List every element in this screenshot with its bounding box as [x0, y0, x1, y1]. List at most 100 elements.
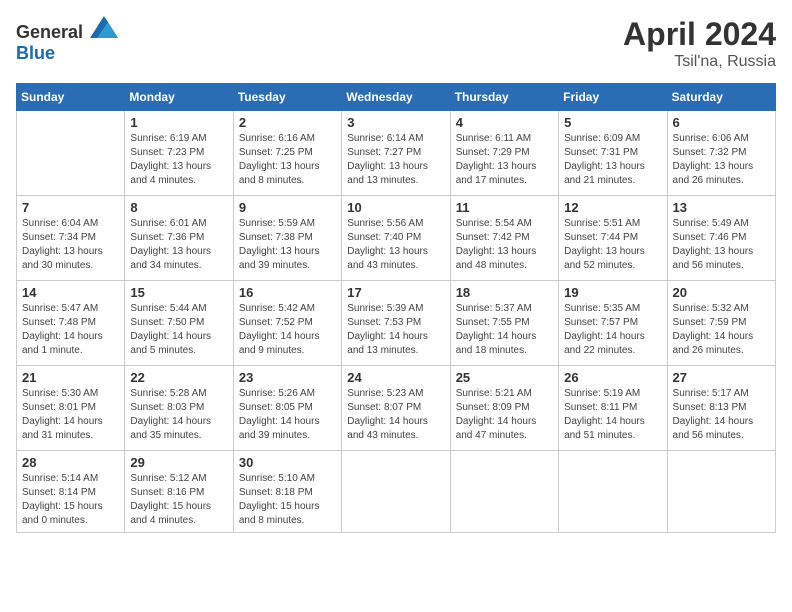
day-info: Sunrise: 5:56 AM Sunset: 7:40 PM Dayligh… — [347, 217, 444, 273]
page-header: General Blue April 2024 Tsil'na, Russia — [16, 16, 776, 71]
day-info: Sunrise: 5:47 AM Sunset: 7:48 PM Dayligh… — [22, 302, 119, 358]
day-number: 19 — [564, 285, 661, 300]
day-number: 4 — [456, 115, 553, 130]
day-info: Sunrise: 5:10 AM Sunset: 8:18 PM Dayligh… — [239, 472, 336, 528]
day-info: Sunrise: 5:59 AM Sunset: 7:38 PM Dayligh… — [239, 217, 336, 273]
day-info: Sunrise: 5:51 AM Sunset: 7:44 PM Dayligh… — [564, 217, 661, 273]
day-number: 3 — [347, 115, 444, 130]
calendar-cell: 13 Sunrise: 5:49 AM Sunset: 7:46 PM Dayli… — [667, 196, 775, 281]
day-info: Sunrise: 6:19 AM Sunset: 7:23 PM Dayligh… — [130, 132, 227, 188]
day-number: 30 — [239, 455, 336, 470]
calendar-cell: 20 Sunrise: 5:32 AM Sunset: 7:59 PM Dayli… — [667, 281, 775, 366]
calendar-cell: 4 Sunrise: 6:11 AM Sunset: 7:29 PM Daylig… — [450, 111, 558, 196]
calendar-cell — [450, 451, 558, 533]
calendar-table: SundayMondayTuesdayWednesdayThursdayFrid… — [16, 83, 776, 533]
day-info: Sunrise: 5:37 AM Sunset: 7:55 PM Dayligh… — [456, 302, 553, 358]
day-info: Sunrise: 5:44 AM Sunset: 7:50 PM Dayligh… — [130, 302, 227, 358]
day-info: Sunrise: 5:32 AM Sunset: 7:59 PM Dayligh… — [673, 302, 770, 358]
day-number: 27 — [673, 370, 770, 385]
calendar-cell: 24 Sunrise: 5:23 AM Sunset: 8:07 PM Dayli… — [342, 366, 450, 451]
calendar-cell: 19 Sunrise: 5:35 AM Sunset: 7:57 PM Dayli… — [559, 281, 667, 366]
day-number: 18 — [456, 285, 553, 300]
calendar-cell: 25 Sunrise: 5:21 AM Sunset: 8:09 PM Dayli… — [450, 366, 558, 451]
calendar-cell — [559, 451, 667, 533]
calendar-cell: 17 Sunrise: 5:39 AM Sunset: 7:53 PM Dayli… — [342, 281, 450, 366]
week-row-4: 21Sunrise: 5:30 AM Sunset: 8:01 PM Dayli… — [17, 366, 776, 451]
calendar-cell: 15 Sunrise: 5:44 AM Sunset: 7:50 PM Dayli… — [125, 281, 233, 366]
calendar-cell: 1Sunrise: 6:19 AM Sunset: 7:23 PM Daylig… — [125, 111, 233, 196]
calendar-cell: 30 Sunrise: 5:10 AM Sunset: 8:18 PM Dayli… — [233, 451, 341, 533]
title-block: April 2024 Tsil'na, Russia — [623, 16, 776, 71]
month-title: April 2024 — [623, 16, 776, 53]
day-info: Sunrise: 5:21 AM Sunset: 8:09 PM Dayligh… — [456, 387, 553, 443]
calendar-cell: 18 Sunrise: 5:37 AM Sunset: 7:55 PM Dayli… — [450, 281, 558, 366]
day-number: 20 — [673, 285, 770, 300]
day-info: Sunrise: 6:14 AM Sunset: 7:27 PM Dayligh… — [347, 132, 444, 188]
week-row-2: 7Sunrise: 6:04 AM Sunset: 7:34 PM Daylig… — [17, 196, 776, 281]
day-info: Sunrise: 5:49 AM Sunset: 7:46 PM Dayligh… — [673, 217, 770, 273]
calendar-cell: 23 Sunrise: 5:26 AM Sunset: 8:05 PM Dayli… — [233, 366, 341, 451]
day-number: 22 — [130, 370, 227, 385]
calendar-cell: 26Sunrise: 5:19 AM Sunset: 8:11 PM Dayli… — [559, 366, 667, 451]
calendar-cell — [17, 111, 125, 196]
day-info: Sunrise: 5:17 AM Sunset: 8:13 PM Dayligh… — [673, 387, 770, 443]
calendar-cell: 5 Sunrise: 6:09 AM Sunset: 7:31 PM Daylig… — [559, 111, 667, 196]
day-number: 7 — [22, 200, 119, 215]
day-number: 11 — [456, 200, 553, 215]
day-number: 23 — [239, 370, 336, 385]
day-number: 6 — [673, 115, 770, 130]
day-info: Sunrise: 5:30 AM Sunset: 8:01 PM Dayligh… — [22, 387, 119, 443]
calendar-cell: 2 Sunrise: 6:16 AM Sunset: 7:25 PM Daylig… — [233, 111, 341, 196]
day-number: 5 — [564, 115, 661, 130]
calendar-cell: 7Sunrise: 6:04 AM Sunset: 7:34 PM Daylig… — [17, 196, 125, 281]
day-number: 14 — [22, 285, 119, 300]
calendar-cell: 10Sunrise: 5:56 AM Sunset: 7:40 PM Dayli… — [342, 196, 450, 281]
day-number: 15 — [130, 285, 227, 300]
day-number: 29 — [130, 455, 227, 470]
day-info: Sunrise: 5:28 AM Sunset: 8:03 PM Dayligh… — [130, 387, 227, 443]
day-number: 2 — [239, 115, 336, 130]
logo-general: General — [16, 22, 83, 42]
week-row-5: 28 Sunrise: 5:14 AM Sunset: 8:14 PM Dayli… — [17, 451, 776, 533]
calendar-cell: 27 Sunrise: 5:17 AM Sunset: 8:13 PM Dayli… — [667, 366, 775, 451]
calendar-cell: 16 Sunrise: 5:42 AM Sunset: 7:52 PM Dayli… — [233, 281, 341, 366]
weekday-header-saturday: Saturday — [667, 84, 775, 111]
calendar-cell: 21Sunrise: 5:30 AM Sunset: 8:01 PM Dayli… — [17, 366, 125, 451]
day-info: Sunrise: 6:01 AM Sunset: 7:36 PM Dayligh… — [130, 217, 227, 273]
calendar-cell: 3 Sunrise: 6:14 AM Sunset: 7:27 PM Daylig… — [342, 111, 450, 196]
day-number: 13 — [673, 200, 770, 215]
day-number: 25 — [456, 370, 553, 385]
location-title: Tsil'na, Russia — [623, 53, 776, 71]
calendar-cell: 12 Sunrise: 5:51 AM Sunset: 7:44 PM Dayli… — [559, 196, 667, 281]
day-info: Sunrise: 6:11 AM Sunset: 7:29 PM Dayligh… — [456, 132, 553, 188]
day-info: Sunrise: 5:14 AM Sunset: 8:14 PM Dayligh… — [22, 472, 119, 528]
day-number: 17 — [347, 285, 444, 300]
day-info: Sunrise: 6:16 AM Sunset: 7:25 PM Dayligh… — [239, 132, 336, 188]
logo-text: General Blue — [16, 16, 118, 64]
day-info: Sunrise: 5:23 AM Sunset: 8:07 PM Dayligh… — [347, 387, 444, 443]
calendar-cell: 29 Sunrise: 5:12 AM Sunset: 8:16 PM Dayli… — [125, 451, 233, 533]
weekday-header-tuesday: Tuesday — [233, 84, 341, 111]
day-number: 24 — [347, 370, 444, 385]
day-info: Sunrise: 5:39 AM Sunset: 7:53 PM Dayligh… — [347, 302, 444, 358]
day-info: Sunrise: 5:35 AM Sunset: 7:57 PM Dayligh… — [564, 302, 661, 358]
day-info: Sunrise: 6:09 AM Sunset: 7:31 PM Dayligh… — [564, 132, 661, 188]
day-number: 12 — [564, 200, 661, 215]
logo-icon — [90, 16, 118, 38]
logo: General Blue — [16, 16, 118, 64]
calendar-cell: 9 Sunrise: 5:59 AM Sunset: 7:38 PM Daylig… — [233, 196, 341, 281]
weekday-header-friday: Friday — [559, 84, 667, 111]
day-info: Sunrise: 5:12 AM Sunset: 8:16 PM Dayligh… — [130, 472, 227, 528]
day-number: 28 — [22, 455, 119, 470]
day-info: Sunrise: 5:42 AM Sunset: 7:52 PM Dayligh… — [239, 302, 336, 358]
day-info: Sunrise: 5:26 AM Sunset: 8:05 PM Dayligh… — [239, 387, 336, 443]
calendar-cell: 8Sunrise: 6:01 AM Sunset: 7:36 PM Daylig… — [125, 196, 233, 281]
calendar-cell: 22 Sunrise: 5:28 AM Sunset: 8:03 PM Dayli… — [125, 366, 233, 451]
day-number: 16 — [239, 285, 336, 300]
day-number: 9 — [239, 200, 336, 215]
calendar-cell — [342, 451, 450, 533]
weekday-header-wednesday: Wednesday — [342, 84, 450, 111]
calendar-cell: 14 Sunrise: 5:47 AM Sunset: 7:48 PM Dayli… — [17, 281, 125, 366]
calendar-cell: 11Sunrise: 5:54 AM Sunset: 7:42 PM Dayli… — [450, 196, 558, 281]
weekday-header-row: SundayMondayTuesdayWednesdayThursdayFrid… — [17, 84, 776, 111]
